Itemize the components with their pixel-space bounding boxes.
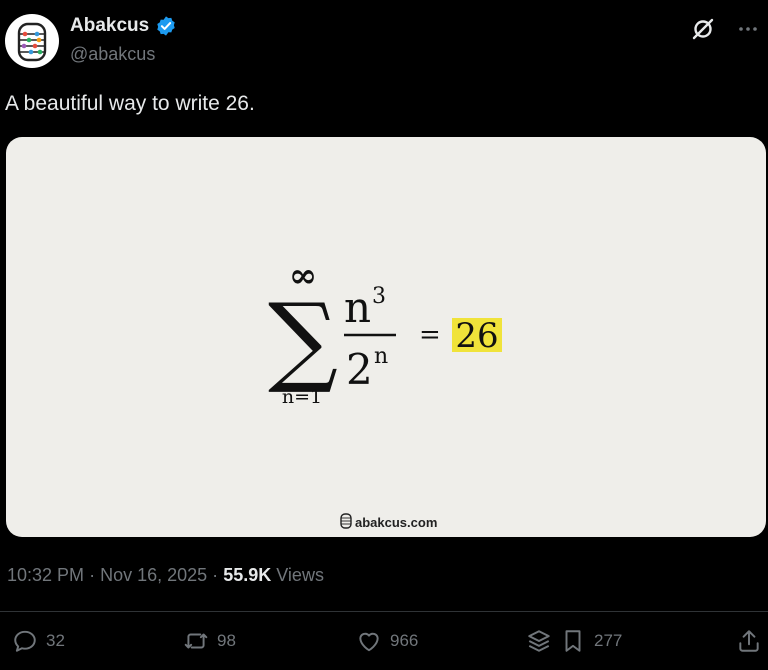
tweet-text: A beautiful way to write 26. (5, 92, 255, 115)
sigma-symbol: ∑ (268, 283, 338, 397)
share-icon (739, 630, 759, 652)
numerator-base: n (344, 283, 371, 332)
reply-icon (14, 630, 36, 652)
author-handle[interactable]: @abakcus (70, 44, 155, 65)
like-button[interactable]: 966 (356, 628, 418, 654)
numerator-exponent: 3 (372, 284, 386, 309)
abacus-logo-icon (17, 22, 47, 62)
top-icons (690, 16, 760, 42)
author-name-row[interactable]: Abakcus (70, 15, 177, 37)
watermark-text: abakcus.com (355, 515, 437, 530)
divider (0, 611, 768, 612)
author-name[interactable]: Abakcus (70, 15, 149, 37)
result-value: 26 (455, 316, 498, 356)
tweet-meta: 10:32 PM · Nov 16, 2025 · 55.9K Views (7, 565, 324, 586)
views-count: 55.9K (223, 565, 272, 585)
watermark-logo-icon (340, 513, 352, 529)
tweet-date[interactable]: Nov 16, 2025 (100, 565, 207, 585)
heart-icon (359, 632, 379, 652)
repost-icon (184, 633, 208, 649)
avatar[interactable] (5, 14, 59, 68)
sum-lower: n=1 (282, 386, 322, 408)
reply-button[interactable]: 32 (12, 628, 65, 654)
share-button[interactable] (736, 628, 762, 654)
meta-separator: · (212, 565, 219, 585)
bookmark-count: 277 (594, 631, 623, 650)
repost-button[interactable]: 98 (183, 628, 236, 654)
media-card[interactable]: ∞ ∑ n=1 n 3 2 n = 26 abakcus.com (6, 137, 766, 537)
stack-icon[interactable] (526, 628, 552, 654)
denominator-exponent: n (374, 344, 388, 369)
like-count: 966 (390, 631, 419, 650)
action-bar: 32 98 966 277 (0, 628, 768, 660)
grok-icon[interactable] (690, 16, 716, 42)
equals-sign: = (419, 320, 441, 350)
reply-count: 32 (46, 631, 65, 650)
repost-count: 98 (217, 631, 236, 650)
verified-badge-icon (157, 16, 175, 36)
views-label: Views (276, 565, 324, 585)
bookmark-button[interactable]: 277 (526, 628, 622, 654)
meta-separator: · (89, 565, 96, 585)
more-icon[interactable] (736, 17, 760, 41)
tweet-time[interactable]: 10:32 PM (7, 565, 84, 585)
formula-image: ∞ ∑ n=1 n 3 2 n = 26 abakcus.com (268, 256, 502, 530)
denominator-base: 2 (346, 345, 373, 394)
bookmark-icon (565, 630, 581, 652)
